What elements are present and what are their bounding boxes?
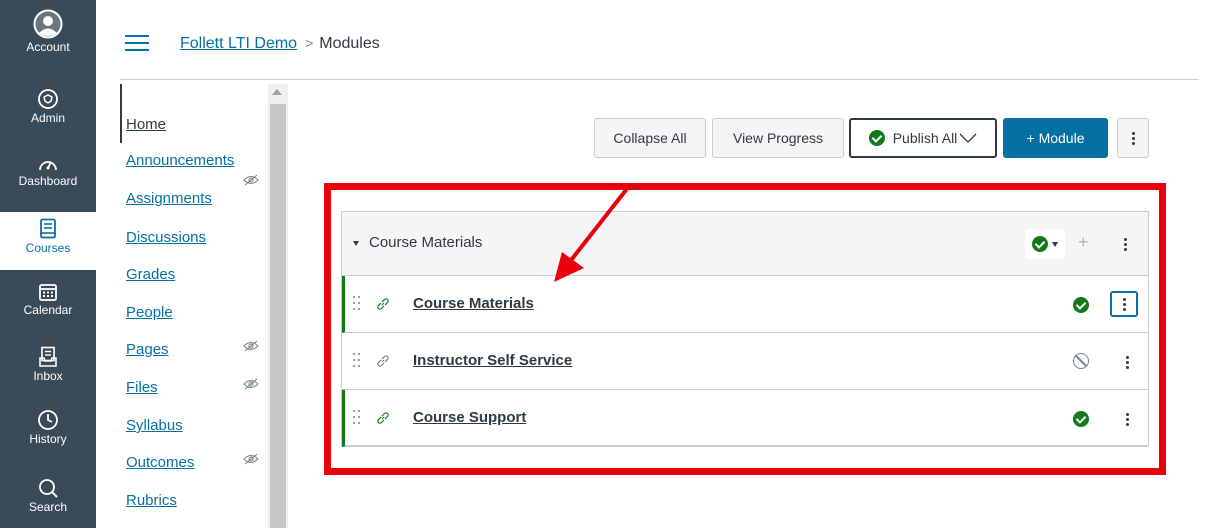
hidden-eye-icon	[243, 340, 259, 352]
clock-icon	[38, 410, 58, 430]
add-module-button[interactable]: + Module	[1003, 118, 1108, 158]
view-progress-button[interactable]: View Progress	[712, 118, 844, 158]
search-icon	[39, 479, 58, 498]
chevron-down-icon	[959, 133, 977, 143]
global-nav-history[interactable]: History	[8, 409, 88, 446]
course-nav-assignments[interactable]: Assignments	[126, 190, 212, 208]
course-nav-grades[interactable]: Grades	[126, 266, 175, 284]
course-nav-home[interactable]: Home	[126, 116, 166, 134]
collapse-all-button[interactable]: Collapse All	[594, 118, 706, 158]
book-icon	[40, 218, 56, 239]
published-check-icon	[868, 130, 885, 146]
global-nav-label: Inbox	[33, 369, 63, 383]
more-options-button[interactable]	[1117, 118, 1149, 158]
hidden-eye-icon	[243, 174, 259, 186]
global-nav-inbox[interactable]: Inbox	[8, 346, 88, 383]
calendar-icon	[39, 284, 57, 301]
breadcrumb-current: Modules	[319, 35, 380, 52]
kebab-icon	[1123, 126, 1143, 150]
header-divider	[120, 79, 1199, 80]
global-nav-dashboard[interactable]: Dashboard	[8, 155, 88, 188]
global-nav-calendar[interactable]: Calendar	[8, 282, 88, 317]
course-nav-scrollbar-thumb[interactable]	[270, 104, 286, 528]
course-nav-outcomes[interactable]: Outcomes	[126, 454, 194, 472]
course-nav-rubrics[interactable]: Rubrics	[126, 492, 177, 510]
speedometer-icon	[39, 161, 57, 171]
course-nav-people[interactable]: People	[126, 304, 173, 322]
breadcrumb: Follett LTI Demo > Modules	[180, 33, 380, 54]
hidden-eye-icon	[243, 453, 259, 465]
global-nav-label: Search	[28, 500, 68, 514]
annotation-arrow-icon	[554, 188, 628, 282]
course-nav-pages[interactable]: Pages	[126, 341, 169, 359]
inbox-icon	[39, 346, 57, 367]
course-nav-syllabus[interactable]: Syllabus	[126, 417, 183, 435]
global-nav: Account Admin Dashboard Courses Calendar…	[0, 0, 96, 528]
hamburger-icon-line	[125, 35, 149, 37]
hamburger-icon-line	[125, 42, 149, 44]
shield-icon	[38, 89, 58, 109]
course-nav-active-bar	[120, 105, 122, 143]
highlight-annotation-box	[324, 183, 1166, 475]
global-nav-courses[interactable]: Courses	[0, 212, 96, 270]
global-nav-search[interactable]: Search	[8, 477, 88, 514]
course-nav-files[interactable]: Files	[126, 379, 158, 397]
course-nav-announcements[interactable]: Announcements	[126, 152, 234, 170]
publish-all-label: Publish All	[892, 130, 958, 146]
global-nav-courses-content: Courses	[8, 218, 88, 255]
hidden-eye-icon	[243, 378, 259, 390]
global-nav-label: Calendar	[23, 303, 73, 317]
course-nav: Home Announcements Assignments Discussio…	[120, 84, 270, 528]
account-avatar-icon	[33, 9, 63, 39]
course-menu-toggle-button[interactable]	[125, 35, 149, 53]
global-nav-label: Admin	[30, 111, 65, 125]
global-nav-label: Dashboard	[18, 174, 78, 188]
scroll-up-icon[interactable]	[272, 89, 282, 95]
global-nav-label: History	[29, 432, 67, 446]
breadcrumb-course-link[interactable]: Follett LTI Demo	[180, 35, 297, 52]
hamburger-icon-line	[125, 49, 149, 51]
global-nav-admin[interactable]: Admin	[8, 88, 88, 125]
breadcrumb-separator: >	[305, 35, 314, 51]
global-nav-label: Courses	[25, 241, 71, 255]
app-window: Account Admin Dashboard Courses Calendar…	[0, 0, 1209, 528]
global-nav-account[interactable]: Account	[8, 9, 88, 54]
course-nav-discussions[interactable]: Discussions	[126, 229, 206, 247]
publish-all-button[interactable]: Publish All	[849, 118, 997, 158]
global-nav-label: Account	[26, 40, 70, 54]
